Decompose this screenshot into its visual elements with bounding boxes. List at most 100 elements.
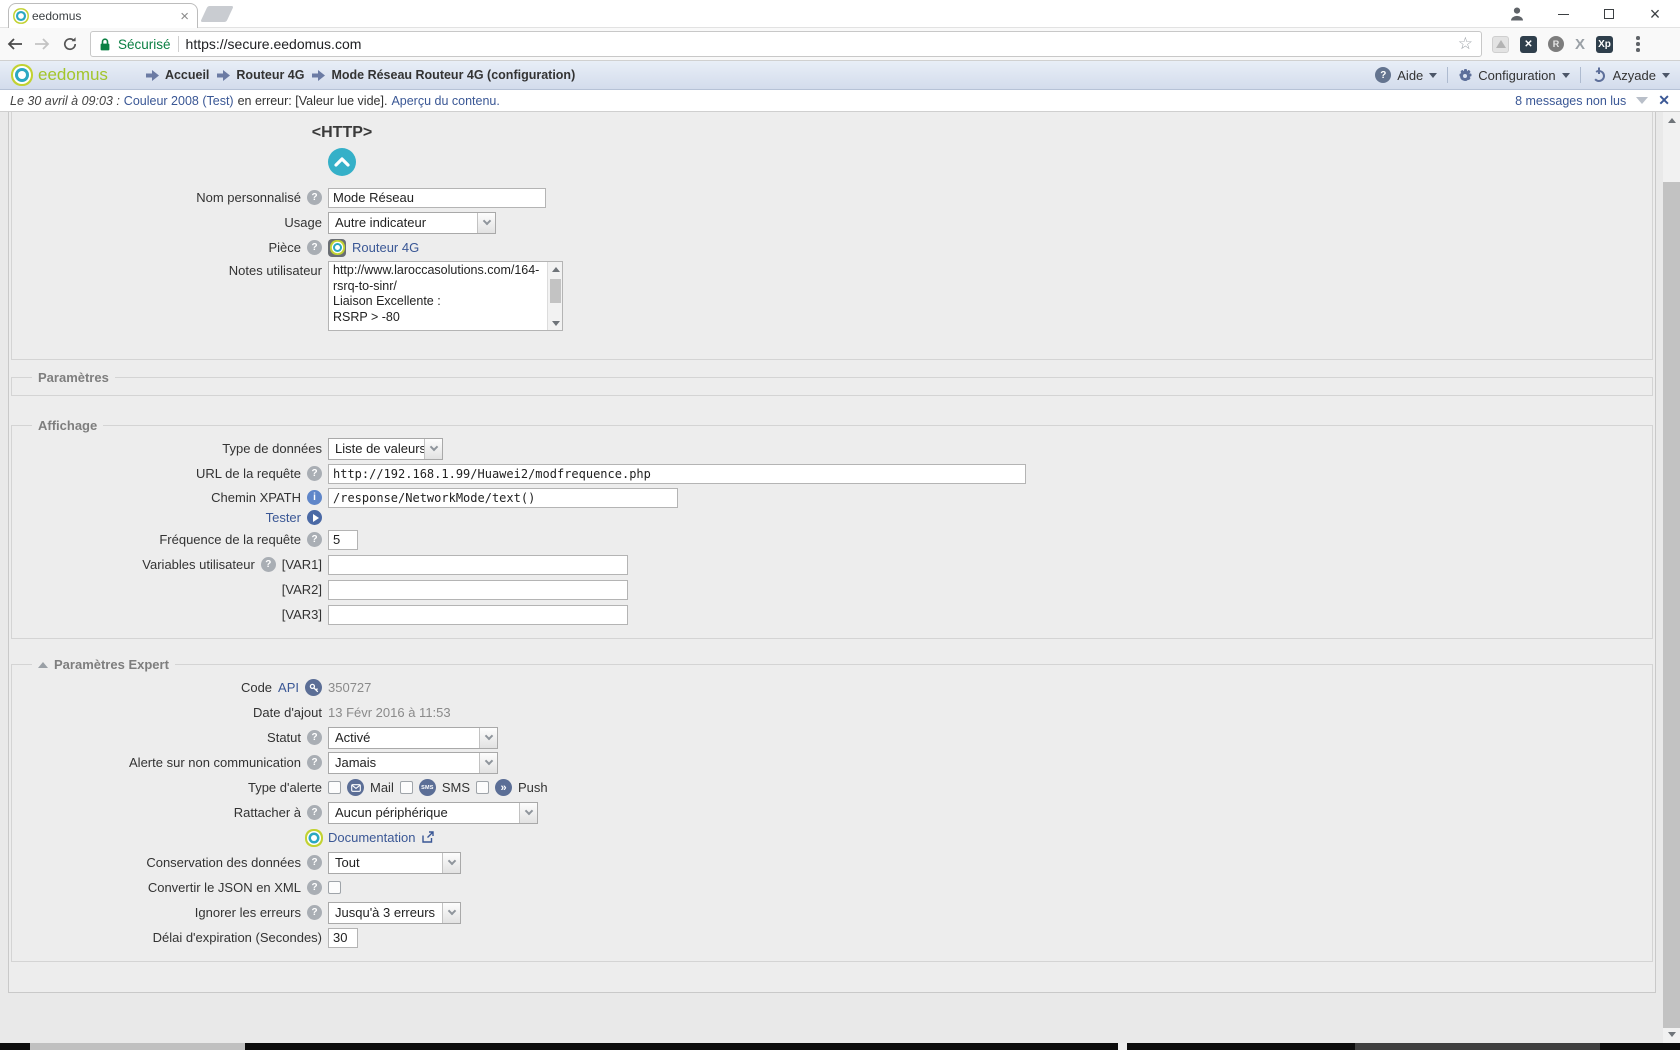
taskbar-edge — [0, 1043, 1680, 1050]
help-icon[interactable]: ? — [307, 855, 322, 870]
parametres-expert-section: Paramètres Expert Code API 350727 Date d… — [11, 657, 1653, 962]
configuration-menu[interactable]: Configuration — [1458, 68, 1569, 83]
push-checkbox[interactable] — [476, 781, 489, 794]
browser-tab[interactable]: eedomus × — [8, 3, 198, 28]
field-row-frequence: Fréquence de la requête ? — [12, 528, 1652, 551]
browser-titlebar: eedomus × × — [0, 0, 1680, 28]
field-row-conservation: Conservation des données ? Tout — [12, 851, 1652, 874]
statut-select[interactable]: Activé — [328, 727, 498, 749]
textarea-scrollbar[interactable] — [547, 262, 562, 330]
info-icon[interactable]: i — [307, 490, 322, 505]
url-text[interactable]: https://secure.eedomus.com — [186, 36, 1451, 52]
omnibox-separator — [178, 36, 179, 52]
usage-label: Usage — [284, 215, 322, 230]
help-icon[interactable]: ? — [261, 557, 276, 572]
address-bar[interactable]: Sécurisé https://secure.eedomus.com ☆ — [90, 31, 1482, 57]
usage-select[interactable]: Autre indicateur — [328, 212, 496, 234]
new-tab-button[interactable] — [200, 6, 233, 22]
delai-input[interactable] — [328, 928, 358, 948]
mail-checkbox[interactable] — [328, 781, 341, 794]
collapse-up-button[interactable] — [328, 148, 356, 176]
var2-input[interactable] — [328, 580, 628, 600]
extensions-row: ✕ R X Xp — [1492, 36, 1640, 53]
notes-textarea[interactable]: http://www.laroccasolutions.com/164-rsrq… — [328, 261, 563, 331]
documentation-link[interactable]: Documentation — [328, 830, 415, 845]
back-button[interactable] — [0, 37, 28, 51]
chemin-xpath-input[interactable] — [328, 488, 678, 508]
notification-date: Le 30 avril à 09:03 : — [10, 94, 120, 108]
window-minimize-button[interactable] — [1540, 0, 1586, 28]
scrollbar-thumb[interactable] — [550, 279, 561, 303]
app-header: eedomus Accueil Routeur 4G Mode Réseau R… — [0, 61, 1680, 90]
convertir-json-checkbox[interactable] — [328, 881, 341, 894]
help-icon[interactable]: ? — [307, 466, 322, 481]
close-notification-icon[interactable]: ✕ — [1658, 92, 1670, 109]
sms-checkbox[interactable] — [400, 781, 413, 794]
affichage-legend[interactable]: Affichage — [32, 418, 103, 433]
ignorer-select[interactable]: Jusqu'à 3 erreurs — [328, 902, 461, 924]
browser-menu-icon[interactable] — [1636, 36, 1640, 52]
xp-extension-icon[interactable]: Xp — [1596, 36, 1613, 53]
profile-icon[interactable] — [1494, 0, 1540, 28]
tester-link[interactable]: Tester — [266, 510, 301, 525]
breadcrumb-item-accueil[interactable]: Accueil — [146, 68, 209, 82]
device-main-section: <HTTP> Nom personnalisé ? Usage Autre in… — [11, 112, 1653, 360]
help-icon[interactable]: ? — [307, 805, 322, 820]
play-icon[interactable] — [307, 510, 322, 525]
api-link[interactable]: API — [278, 680, 299, 695]
user-menu[interactable]: Azyade — [1591, 67, 1670, 83]
scroll-up-icon[interactable] — [1663, 112, 1680, 129]
scrollbar-thumb[interactable] — [1663, 182, 1680, 1028]
help-icon[interactable]: ? — [307, 240, 322, 255]
rattacher-select[interactable]: Aucun périphérique — [328, 802, 538, 824]
window-close-button[interactable]: × — [1632, 0, 1678, 28]
conservation-label: Conservation des données — [146, 855, 301, 870]
forward-button[interactable] — [28, 37, 56, 51]
field-row-piece: Pièce ? Routeur 4G — [12, 236, 1652, 259]
tab-close-icon[interactable]: × — [180, 9, 189, 24]
bookmark-star-icon[interactable]: ☆ — [1458, 34, 1473, 54]
parametres-expert-legend[interactable]: Paramètres Expert — [32, 657, 175, 672]
device-config-panel: <HTTP> Nom personnalisé ? Usage Autre in… — [8, 112, 1656, 993]
chevron-down-icon — [1562, 73, 1570, 78]
pdf-extension-icon[interactable] — [1492, 36, 1509, 53]
reload-button[interactable] — [56, 36, 84, 52]
notification-error-link[interactable]: Couleur 2008 (Test) — [124, 94, 234, 108]
unread-messages-link[interactable]: 8 messages non lus — [1515, 94, 1626, 108]
eedomus-favicon-icon — [18, 13, 24, 19]
type-donnees-select[interactable]: Liste de valeurs — [328, 438, 443, 460]
parametres-legend[interactable]: Paramètres — [32, 370, 115, 385]
alerte-select[interactable]: Jamais — [328, 752, 498, 774]
notification-preview-link[interactable]: Aperçu du contenu. — [391, 94, 499, 108]
scroll-down-icon[interactable] — [548, 316, 563, 330]
nom-input[interactable] — [328, 188, 546, 208]
field-row-var3: [VAR3] — [12, 603, 1652, 626]
date-ajout-value: 13 Févr 2016 à 11:53 — [328, 705, 451, 720]
help-icon[interactable]: ? — [307, 532, 322, 547]
page-scrollbar[interactable] — [1663, 112, 1680, 1043]
var3-input[interactable] — [328, 605, 628, 625]
window-maximize-button[interactable] — [1586, 0, 1632, 28]
api-code-value: 350727 — [328, 680, 371, 695]
help-icon[interactable]: ? — [307, 190, 322, 205]
field-row-type-alerte: Type d'alerte Mail SMS SMS » Push — [12, 776, 1652, 799]
x-dark-extension-icon[interactable]: ✕ — [1520, 36, 1537, 53]
r-extension-icon[interactable]: R — [1548, 36, 1564, 52]
piece-link[interactable]: Routeur 4G — [352, 240, 419, 255]
conservation-select[interactable]: Tout — [328, 852, 461, 874]
help-icon[interactable]: ? — [307, 905, 322, 920]
scroll-down-icon[interactable] — [1663, 1026, 1680, 1043]
frequence-input[interactable] — [328, 530, 358, 550]
help-icon[interactable]: ? — [307, 880, 322, 895]
breadcrumb-item-config[interactable]: Mode Réseau Routeur 4G (configuration) — [312, 68, 575, 82]
expand-messages-icon[interactable] — [1636, 97, 1648, 104]
scroll-up-icon[interactable] — [548, 262, 563, 276]
help-icon[interactable]: ? — [307, 730, 322, 745]
var1-input[interactable] — [328, 555, 628, 575]
help-icon[interactable]: ? — [307, 755, 322, 770]
help-icon: ? — [1375, 67, 1391, 83]
help-menu[interactable]: ? Aide — [1375, 67, 1437, 83]
x-gray-extension-icon[interactable]: X — [1575, 36, 1585, 53]
url-requete-input[interactable] — [328, 464, 1026, 484]
breadcrumb-item-routeur[interactable]: Routeur 4G — [217, 68, 304, 82]
